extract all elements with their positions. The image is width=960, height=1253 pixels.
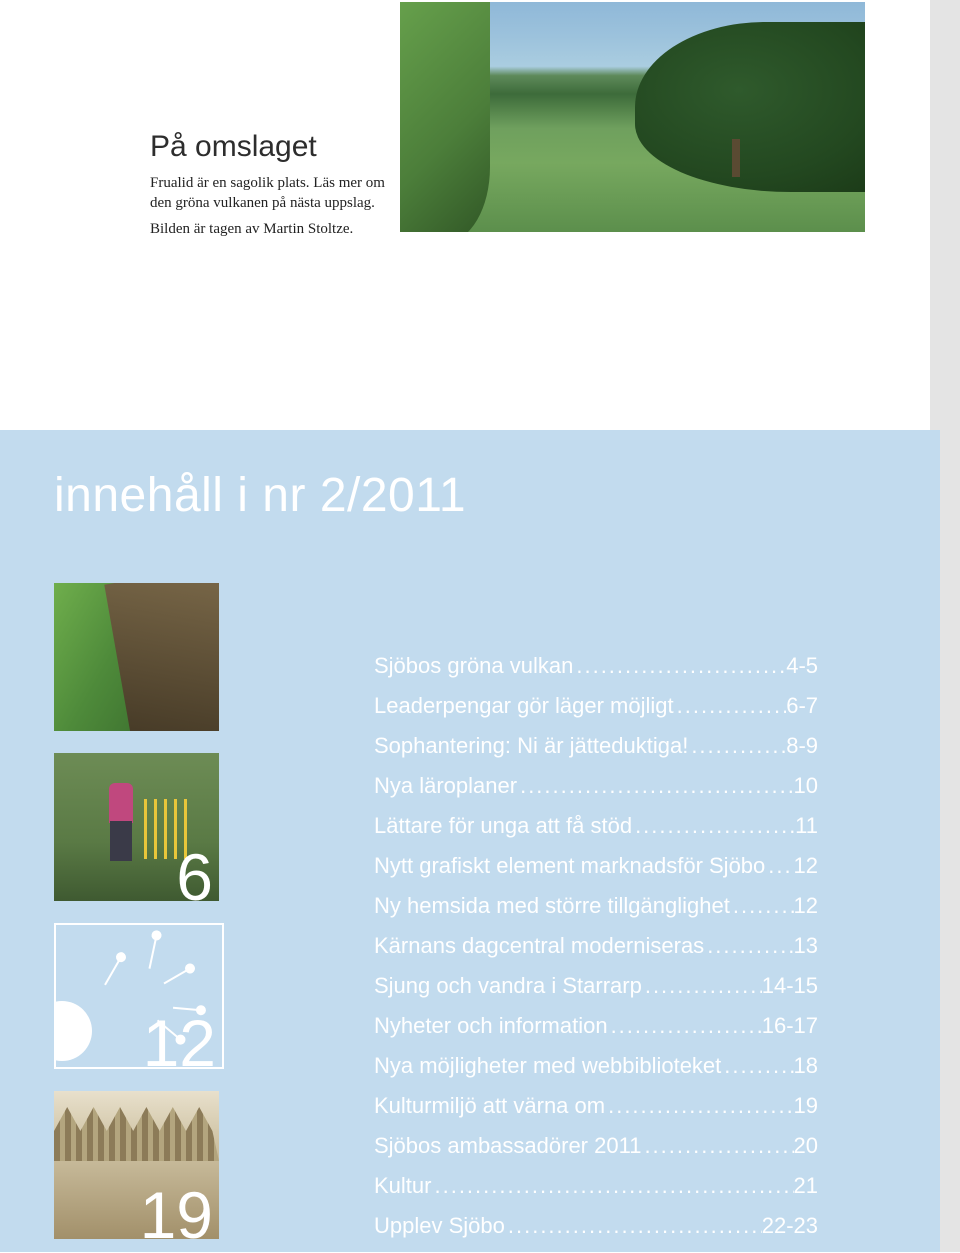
toc-entry: Nytt grafiskt element marknadsför Sjöbo …: [374, 853, 818, 879]
toc-title: Upplev Sjöbo: [374, 1213, 505, 1239]
toc-entry: Nya möjligheter med webbiblioteket .....…: [374, 1053, 818, 1079]
thumb-page-number: 6: [176, 839, 213, 901]
toc-page: 14-15: [762, 973, 818, 999]
right-gray-strip-lower: [940, 430, 960, 1252]
toc-page: 21: [794, 1173, 818, 1199]
toc-title: Nya möjligheter med webbiblioteket: [374, 1053, 721, 1079]
toc-title: Nytt grafiskt element marknadsför Sjöbo: [374, 853, 765, 879]
toc-leader-dots: .................................: [573, 653, 786, 679]
toc-leader-dots: ..................: [642, 973, 762, 999]
toc-title: Leaderpengar gör läger möjligt: [374, 693, 674, 719]
toc-page: 20: [794, 1133, 818, 1159]
toc-entry: Sophantering: Ni är jätteduktiga! ......…: [374, 733, 818, 759]
toc-page: 22-23: [762, 1213, 818, 1239]
top-region: På omslaget Frualid är en sagolik plats.…: [0, 0, 960, 430]
toc-entry: Leaderpengar gör läger möjligt .........…: [374, 693, 818, 719]
toc-title: Sjung och vandra i Starrarp: [374, 973, 642, 999]
toc-entry: Kulturmiljö att värna om ...............…: [374, 1093, 818, 1119]
toc-page: 13: [794, 933, 818, 959]
toc-column: Sjöbos gröna vulkan ....................…: [374, 583, 818, 1253]
toc-entry: Upplev Sjöbo ...........................…: [374, 1213, 818, 1239]
toc-title: Kärnans dagcentral moderniseras: [374, 933, 704, 959]
thumb-page-number: 19: [140, 1177, 213, 1239]
thumb-dandelion-graphic: 12: [54, 923, 224, 1069]
toc-leader-dots: ........................: [641, 1133, 793, 1159]
toc-page: 11: [795, 813, 818, 839]
right-gray-strip: [930, 0, 960, 430]
toc-leader-dots: ..........: [721, 1053, 793, 1079]
thumb-page-number: 4: [176, 669, 213, 731]
cover-row: På omslaget Frualid är en sagolik plats.…: [0, 0, 960, 234]
issue-heading: innehåll i nr 2/2011: [0, 430, 940, 523]
toc-page: 8-9: [786, 733, 818, 759]
contents-columns: 4 6 12 19 Sjöbos gröna vulkan: [0, 523, 940, 1253]
toc-title: Sjöbos ambassadörer 2011: [374, 1133, 641, 1159]
toc-title: Lättare för unga att få stöd: [374, 813, 632, 839]
toc-leader-dots: .........: [730, 893, 794, 919]
toc-leader-dots: .............: [704, 933, 793, 959]
thumbnail-column: 4 6 12 19: [54, 583, 224, 1253]
toc-title: Nya läroplaner: [374, 773, 517, 799]
toc-entry: Sjung och vandra i Starrarp ............…: [374, 973, 818, 999]
toc-entry: Nya läroplaner .........................…: [374, 773, 818, 799]
toc-title: Sophantering: Ni är jätteduktiga!: [374, 733, 688, 759]
toc-leader-dots: ........................................: [505, 1213, 762, 1239]
toc-entry: Kärnans dagcentral moderniseras ........…: [374, 933, 818, 959]
toc-page: 12: [794, 853, 818, 879]
cover-text-block: På omslaget Frualid är en sagolik plats.…: [0, 0, 400, 234]
toc-leader-dots: ...: [765, 853, 793, 879]
toc-leader-dots: ........................................…: [431, 1173, 793, 1199]
toc-entry: Lättare för unga att få stöd ...........…: [374, 813, 818, 839]
toc-page: 18: [794, 1053, 818, 1079]
toc-page: 12: [794, 893, 818, 919]
toc-entry: Sjöbos gröna vulkan ....................…: [374, 653, 818, 679]
toc-title: Kultur: [374, 1173, 431, 1199]
cover-title: På omslaget: [150, 130, 400, 164]
toc-title: Nyheter och information: [374, 1013, 608, 1039]
thumb-historic-building: 19: [54, 1091, 219, 1239]
cover-description: Frualid är en sagolik plats. Läs mer om …: [150, 174, 400, 213]
toc-leader-dots: ........................................…: [517, 773, 793, 799]
toc-leader-dots: .............................: [605, 1093, 793, 1119]
toc-page: 4-5: [786, 653, 818, 679]
toc-entry: Kultur .................................…: [374, 1173, 818, 1199]
toc-title: Ny hemsida med större tillgänglighet: [374, 893, 730, 919]
thumb-page-number: 12: [143, 1005, 216, 1069]
thumb-forest: 4: [54, 583, 219, 731]
cover-photo-credit: Bilden är tagen av Martin Stoltze.: [150, 221, 400, 238]
toc-page: 16-17: [762, 1013, 818, 1039]
toc-leader-dots: .................: [674, 693, 787, 719]
toc-entry: Nyheter och information ................…: [374, 1013, 818, 1039]
toc-entry: Sjöbos ambassadörer 2011 ...............…: [374, 1133, 818, 1159]
toc-page: 10: [794, 773, 818, 799]
toc-leader-dots: ...............: [688, 733, 786, 759]
toc-leader-dots: .........................: [632, 813, 795, 839]
toc-title: Sjöbos gröna vulkan: [374, 653, 573, 679]
cover-landscape-image: [400, 2, 865, 232]
toc-title: Kulturmiljö att värna om: [374, 1093, 605, 1119]
toc-page: 19: [794, 1093, 818, 1119]
toc-leader-dots: ........................: [608, 1013, 762, 1039]
thumb-dog-agility: 6: [54, 753, 219, 901]
contents-panel: innehåll i nr 2/2011 4 6 12 19: [0, 430, 940, 1252]
toc-page: 6-7: [786, 693, 818, 719]
toc-entry: Ny hemsida med större tillgänglighet ...…: [374, 893, 818, 919]
